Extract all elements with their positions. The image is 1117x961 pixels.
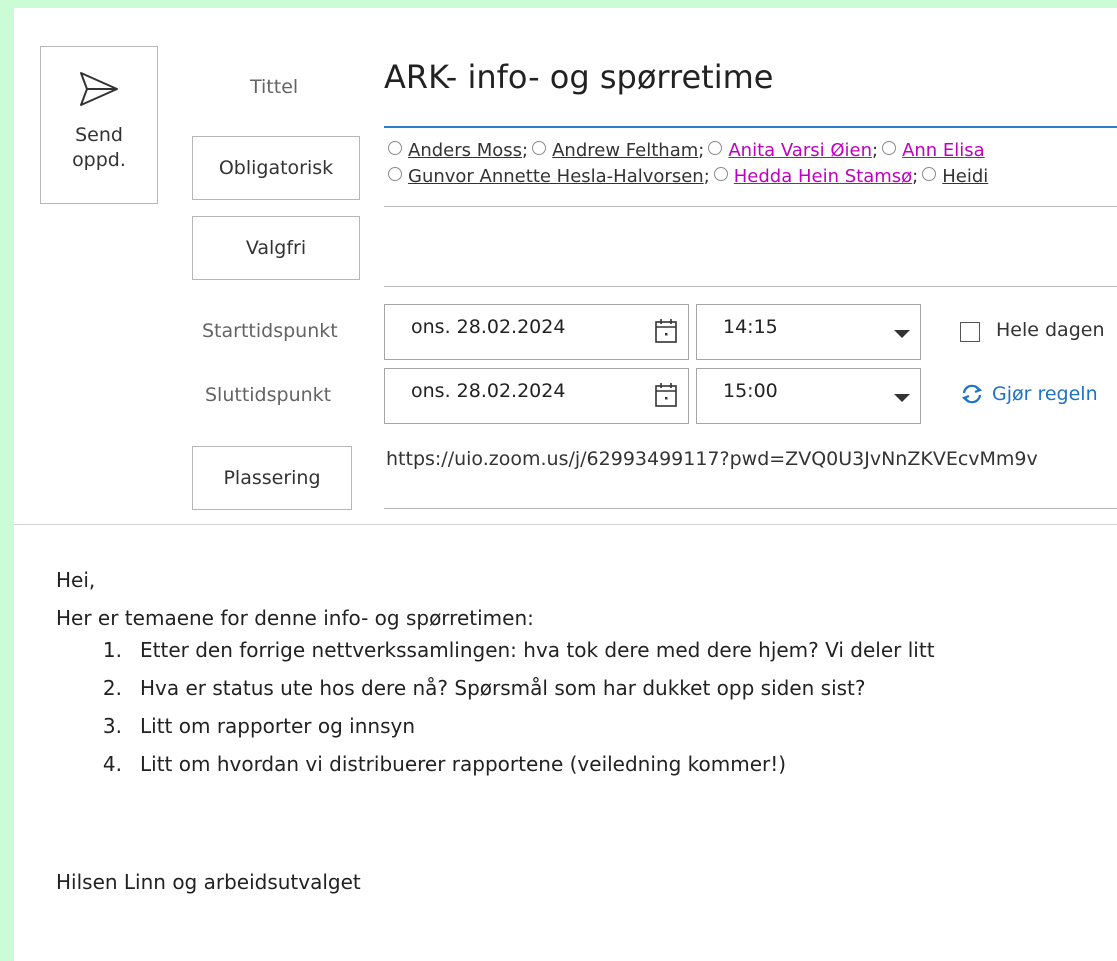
- recipient-line2-0[interactable]: Gunvor Annette Hesla-Halvorsen;: [384, 166, 710, 187]
- presence-status-icon: [882, 141, 897, 155]
- title-label: Tittel: [250, 76, 299, 98]
- make-recurring-label: Gjør regeln: [992, 383, 1098, 405]
- presence-status-icon: [388, 141, 402, 155]
- presence-status-icon: [713, 167, 728, 181]
- topic-text: Litt om rapporter og innsyn: [140, 714, 415, 738]
- end-time-dropdown[interactable]: 15:00: [696, 368, 921, 424]
- presence-status-icon: [388, 167, 402, 181]
- meeting-compose-window: Send oppd. Tittel ARK- info- og spørreti…: [14, 8, 1117, 961]
- end-time-value: 15:00: [723, 380, 778, 402]
- body-intro: Her er temaene for denne info- og spørre…: [56, 606, 534, 630]
- recipient-line1-3[interactable]: Ann Elisa: [878, 140, 985, 161]
- recipient-name[interactable]: Gunvor Annette Hesla-Halvorsen: [408, 166, 704, 187]
- recipient-separator: ;: [703, 166, 710, 187]
- recipient-name[interactable]: Heidi: [942, 166, 988, 187]
- recurrence-icon: [961, 384, 983, 404]
- topic-text: Hva er status ute hos dere nå? Spørsmål …: [140, 676, 866, 700]
- start-date-picker[interactable]: ons. 28.02.2024: [384, 304, 689, 360]
- chevron-down-icon: [894, 394, 910, 402]
- topic-item: 4. Litt om hvordan vi distribuerer rappor…: [74, 752, 935, 790]
- divider: [384, 286, 1117, 287]
- required-attendees-button[interactable]: Obligatorisk: [192, 136, 360, 200]
- optional-attendees-button[interactable]: Valgfri: [192, 216, 360, 280]
- topic-number: 2.: [102, 676, 122, 700]
- divider: [384, 508, 1117, 509]
- recipient-line1-0[interactable]: Anders Moss;: [384, 140, 528, 161]
- location-button[interactable]: Plassering: [192, 446, 352, 510]
- topic-item: 2. Hva er status ute hos dere nå? Spørsmå…: [74, 676, 935, 714]
- body-greeting: Hei,: [56, 568, 96, 592]
- recipient-name[interactable]: Andrew Feltham: [552, 140, 698, 161]
- recipient-name[interactable]: Ann Elisa: [902, 140, 985, 161]
- required-attendees-field[interactable]: Anders Moss; Andrew Feltham; Anita Varsi Ø…: [384, 138, 1117, 198]
- recipient-line1-1[interactable]: Andrew Feltham;: [528, 140, 704, 161]
- topic-text: Litt om hvordan vi distribuerer rapporte…: [140, 752, 787, 776]
- optional-attendees-field[interactable]: [384, 214, 1117, 286]
- end-date-picker[interactable]: ons. 28.02.2024: [384, 368, 689, 424]
- start-time-value: 14:15: [723, 316, 778, 338]
- chevron-down-icon: [894, 330, 910, 338]
- send-update-button[interactable]: Send oppd.: [40, 46, 158, 204]
- recipient-line1-2[interactable]: Anita Varsi Øien;: [704, 140, 878, 161]
- body-signature: Hilsen Linn og arbeidsutvalget: [56, 870, 361, 894]
- end-date-value: ons. 28.02.2024: [411, 380, 566, 402]
- recipient-name[interactable]: Anders Moss: [408, 140, 522, 161]
- send-update-label: Send oppd.: [72, 124, 126, 171]
- start-date-value: ons. 28.02.2024: [411, 316, 566, 338]
- presence-status-icon: [922, 167, 937, 181]
- topic-number: 1.: [102, 638, 122, 662]
- send-icon: [80, 72, 118, 106]
- recipients-line-1: Anders Moss; Andrew Feltham; Anita Varsi Ø…: [384, 138, 1117, 164]
- header-body-separator: [14, 524, 1117, 525]
- location-input[interactable]: https://uio.zoom.us/j/62993499117?pwd=ZV…: [386, 448, 1038, 470]
- all-day-checkbox[interactable]: [960, 322, 980, 342]
- start-time-dropdown[interactable]: 14:15: [696, 304, 921, 360]
- recipients-line-2: Gunvor Annette Hesla-Halvorsen; Hedda Hei…: [384, 164, 1117, 190]
- calendar-icon[interactable]: [654, 318, 678, 344]
- topic-item: 3. Litt om rapporter og innsyn: [74, 714, 935, 752]
- topic-item: 1. Etter den forrige nettverkssamlingen: …: [74, 638, 935, 676]
- make-recurring-button[interactable]: Gjør regeln: [960, 383, 1098, 405]
- calendar-icon[interactable]: [654, 382, 678, 408]
- recipient-line2-1[interactable]: Hedda Hein Stamsø;: [710, 166, 918, 187]
- topic-number: 3.: [102, 714, 122, 738]
- topic-list: 1. Etter den forrige nettverkssamlingen: …: [74, 638, 935, 790]
- end-time-label: Sluttidspunkt: [205, 384, 332, 406]
- topic-number: 4.: [102, 752, 122, 776]
- start-time-label: Starttidspunkt: [202, 320, 338, 342]
- presence-status-icon: [708, 141, 723, 155]
- recipient-name[interactable]: Anita Varsi Øien: [728, 140, 872, 161]
- divider: [384, 206, 1117, 207]
- recipient-line2-2[interactable]: Heidi: [918, 166, 988, 187]
- title-input[interactable]: ARK- info- og spørretime: [384, 58, 773, 96]
- presence-status-icon: [532, 141, 547, 155]
- all-day-label: Hele dagen: [996, 319, 1105, 341]
- recipient-name[interactable]: Hedda Hein Stamsø: [734, 166, 912, 187]
- title-underline: [384, 126, 1117, 128]
- topic-text: Etter den forrige nettverkssamlingen: hv…: [140, 638, 935, 662]
